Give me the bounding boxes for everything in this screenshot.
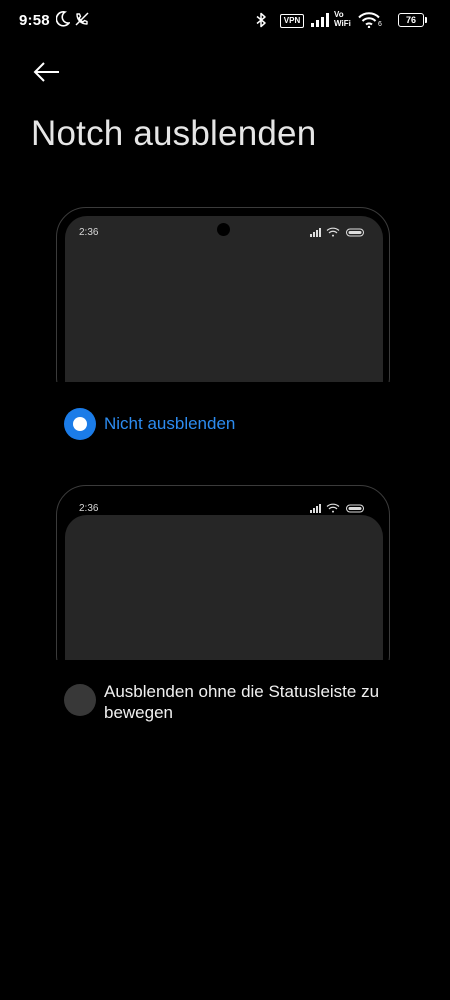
vowifi-line-2: WiFi: [334, 19, 351, 28]
battery-icon: [346, 504, 364, 513]
phone-screen: [65, 515, 383, 660]
status-bar: 9:58 VPN Vo WiFi 6 76: [0, 0, 450, 42]
option-ausblenden-ohne-statusleiste[interactable]: Ausblenden ohne die Statusleiste zu bewe…: [64, 682, 404, 728]
muted-call-icon: [75, 12, 89, 26]
battery-icon: [346, 228, 364, 237]
preview-status-icons: [310, 503, 364, 513]
preview-hide-keep-statusbar[interactable]: 2:36: [56, 485, 392, 660]
wifi-number: 6: [378, 21, 382, 28]
arrow-left-icon: [33, 62, 59, 82]
back-button[interactable]: [26, 55, 66, 89]
signal-icon: [310, 504, 321, 513]
preview-status-icons: [310, 227, 364, 237]
moon-icon: [56, 11, 70, 27]
front-camera-notch: [217, 223, 230, 236]
radio-button-selected[interactable]: [64, 408, 96, 440]
vowifi-line-1: Vo: [334, 10, 344, 19]
preview-clock: 2:36: [79, 503, 99, 514]
vowifi-indicator: Vo WiFi: [334, 10, 354, 28]
radio-button-unselected[interactable]: [64, 684, 96, 716]
bluetooth-icon: [256, 12, 266, 28]
preview-not-hidden[interactable]: 2:36: [56, 207, 392, 382]
wifi-icon: [326, 503, 340, 513]
option-nicht-ausblenden[interactable]: Nicht ausblenden: [64, 408, 404, 440]
page-title: Notch ausblenden: [31, 114, 317, 153]
battery-icon: 76: [398, 13, 427, 27]
vpn-badge: VPN: [280, 14, 304, 28]
wifi-icon: [358, 12, 380, 28]
option-label: Nicht ausblenden: [104, 414, 236, 433]
preview-clock: 2:36: [79, 227, 99, 238]
wifi-icon: [326, 227, 340, 237]
signal-icon: [310, 228, 321, 237]
status-time: 9:58: [19, 12, 50, 29]
signal-icon: [311, 13, 329, 27]
option-label: Ausblenden ohne die Statusleiste zu bewe…: [104, 682, 380, 722]
phone-screen: [65, 216, 383, 382]
